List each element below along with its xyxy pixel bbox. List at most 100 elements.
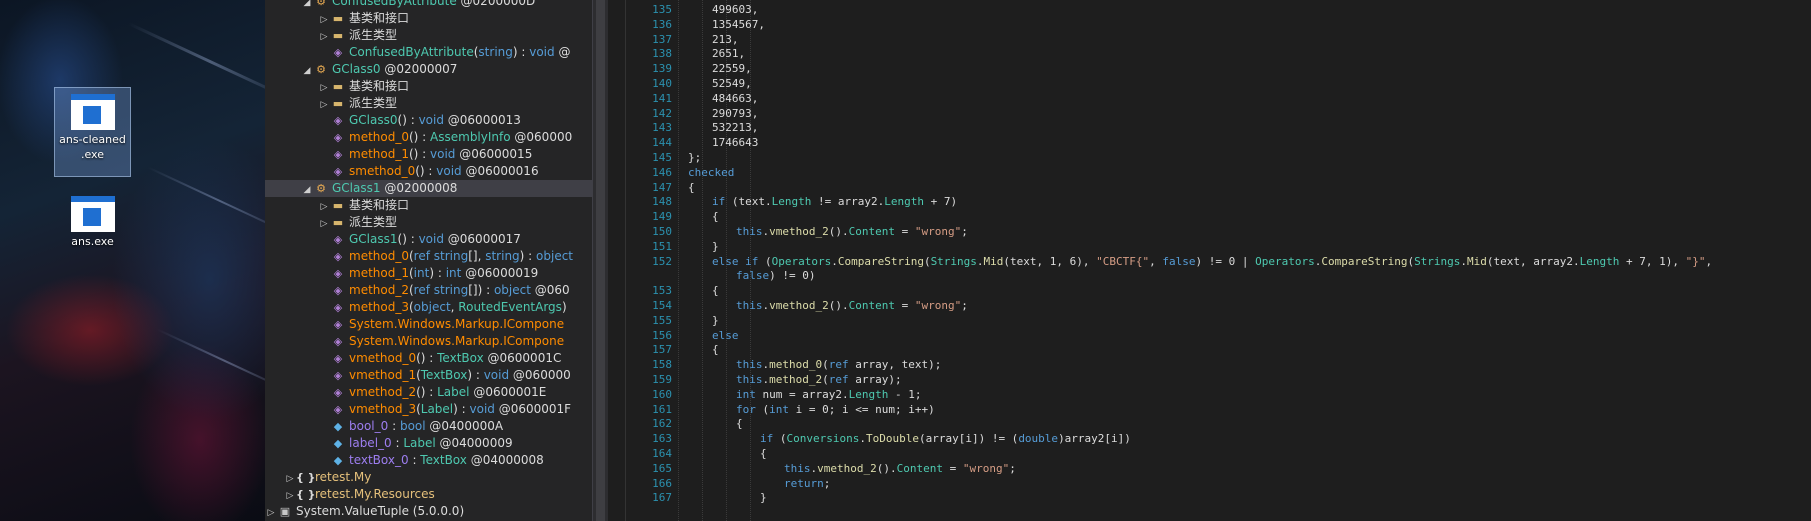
code-token: Length [1579,254,1620,268]
tree-node[interactable]: ◈ vmethod_3(Label) : void @0600001F [265,401,592,418]
code-token: , [1705,254,1713,268]
expand-arrow-icon[interactable]: ▷ [265,505,277,521]
code-token: , [1149,254,1163,268]
code-line[interactable]: 157 { [608,342,1811,358]
tree-node[interactable]: ◢ ⚙ GClass1 @02000008 [265,180,592,197]
tree-node[interactable]: ▷ ▬ 派生类型 [265,27,592,44]
code-line[interactable]: 143 532213, [608,120,1811,136]
tree-node-text: ref string [413,249,469,263]
method-icon: ◈ [333,46,343,59]
code-token: this [784,461,811,475]
desktop-icon[interactable]: ans.exe [55,190,130,260]
tree-node-text: ) : [519,249,537,263]
tree-node[interactable]: ◈ vmethod_0() : TextBox @0600001C [265,350,592,367]
code-line[interactable]: 156 else [608,328,1811,344]
field-icon: ◆ [333,437,343,450]
tree-node-text: : [408,453,421,467]
tree-node[interactable]: ▷ ▬ 基类和接口 [265,10,592,27]
tree-node[interactable]: ◈ method_1(int) : int @06000019 [265,265,592,282]
tree-node[interactable]: ◆ bool_0 : bool @0400000A [265,418,592,435]
code-line[interactable]: 164 { [608,446,1811,462]
code-text: this.vmethod_2().Content = "wrong"; [736,224,968,240]
code-line[interactable]: 139 22559, [608,61,1811,77]
tree-node[interactable]: ◈ smethod_0() : void @06000016 [265,163,592,180]
code-line[interactable]: 167} [608,490,1811,506]
desktop-icon[interactable]: ans-cleaned .exe [54,87,131,177]
tree-node-text: object [413,300,451,314]
tree-node[interactable]: ◈ System.Windows.Markup.ICompone [265,333,592,350]
code-line[interactable]: 135 499603, [608,2,1811,18]
tree-node[interactable]: ▷ ▬ 派生类型 [265,95,592,112]
tree-node[interactable]: ▷ ▬ 基类和接口 [265,197,592,214]
code-line[interactable]: 136 1354567, [608,17,1811,33]
tree-node[interactable]: ◈ vmethod_1(TextBox) : void @060000 [265,367,592,384]
tree-node[interactable]: ◈ GClass1() : void @06000017 [265,231,592,248]
code-line[interactable]: 142 290793, [608,106,1811,122]
tree-node[interactable]: ▷ ▣ System.ValueTuple (5.0.0.0) [265,503,592,521]
tree-node[interactable]: ▷ ▬ 基类和接口 [265,78,592,95]
tree-node[interactable]: ◈ method_0(ref string[], string) : object [265,248,592,265]
code-line[interactable]: false) != 0) [608,268,1811,284]
code-token: ( [755,402,770,416]
folder-icon: ▬ [332,216,344,229]
assembly-explorer-tree[interactable]: ◢ ⚙ ConfusedByAttribute @0200000D ▷ ▬ 基类和接口 ▷ ▬… [265,0,593,521]
tree-node[interactable]: ▷{ }retest.My [265,469,592,486]
tree-node[interactable]: ◈ method_2(ref string[]) : object @060 [265,282,592,299]
tree-node[interactable]: ◢ ⚙ ConfusedByAttribute @0200000D [265,0,592,10]
tree-node[interactable]: ◆ textBox_0 : TextBox @04000008 [265,452,592,469]
tree-node[interactable]: ◈ System.Windows.Markup.ICompone [265,316,592,333]
code-token: ) != 0) [769,269,816,283]
code-line[interactable]: 162 { [608,416,1811,432]
code-line[interactable]: 145}; [608,150,1811,166]
tree-node-text: smethod_0 [349,164,416,178]
tree-node-text: @0600001C [483,351,562,365]
code-line[interactable]: 154 this.vmethod_2().Content = "wrong"; [608,298,1811,314]
tree-node-text: @06000019 [461,266,539,280]
line-number: 159 [652,373,672,386]
tree-node[interactable]: ◈ GClass0() : void @06000013 [265,112,592,129]
tree-node[interactable]: ◈ method_0() : AssemblyInfo @060000 [265,129,592,146]
code-line[interactable]: 146 checked [608,165,1811,181]
code-line[interactable]: 163 if (Conversions.ToDouble(array[i]) !=… [608,431,1811,447]
code-line[interactable]: 158 this.method_0(ref array, text); [608,357,1811,373]
code-line[interactable]: 137 213, [608,32,1811,48]
code-line[interactable]: 160 int num = array2.Length - 1; [608,387,1811,403]
tree-node[interactable]: ▷{ }retest.My.Resources [265,486,592,503]
tree-node[interactable]: ▷ ▬ 派生类型 [265,214,592,231]
code-line[interactable]: 149 { [608,209,1811,225]
code-line[interactable]: 147 { [608,180,1811,196]
tree-node-text: 派生类型 [349,96,398,110]
code-line[interactable]: 151} [608,239,1811,255]
tree-scrollbar-thumb[interactable] [596,0,605,521]
code-editor[interactable]: 135 499603, 136 1354567, 137 213, 138 2651, 139 2… [608,0,1811,521]
code-line[interactable]: 155} [608,313,1811,329]
tree-node[interactable]: ◈ ConfusedByAttribute(string) : void @ [265,44,592,61]
tree-node[interactable]: ◈ vmethod_2() : Label @0600001E [265,384,592,401]
code-line[interactable]: 153 { [608,283,1811,299]
tree-node[interactable]: ◆ label_0 : Label @04000009 [265,435,592,452]
code-line[interactable]: 166 return; [608,476,1811,492]
code-token: (array[i]) != ( [918,432,1019,446]
code-line[interactable]: 152 else if (Operators.CompareString(Stri… [608,254,1811,270]
tree-node-text: GClass0 [332,62,381,76]
code-token: ( [758,254,772,268]
code-line[interactable]: 150 this.vmethod_2().Content = "wrong"; [608,224,1811,240]
code-line[interactable]: 141 484663, [608,91,1811,107]
code-line[interactable]: 148 if (text.Length != array2.Length + 7) [608,194,1811,210]
code-line[interactable]: 159 this.method_2(ref array); [608,372,1811,388]
tree-node[interactable]: ◈ method_1() : void @06000015 [265,146,592,163]
tree-node[interactable]: ◢ ⚙ GClass0 @02000007 [265,61,592,78]
code-line[interactable]: 144 1746643 [608,135,1811,151]
tree-node-text: GClass1 [332,181,381,195]
tree-node-text: @0600001E [469,385,547,399]
tree-node-text: void [529,45,555,59]
tree-node-text: [], [468,249,486,263]
code-line[interactable]: 165 this.vmethod_2().Content = "wrong"; [608,461,1811,477]
tree-node-text: string [478,45,513,59]
tree-node[interactable]: ◈ method_3(object, RoutedEventArgs) [265,299,592,316]
code-line[interactable]: 138 2651, [608,46,1811,62]
code-line[interactable]: 140 52549, [608,76,1811,92]
code-line[interactable]: 161 for (int i = 0; i <= num; i++) [608,402,1811,418]
code-text: if (Conversions.ToDouble(array[i]) != (d… [760,431,1131,447]
code-token: { [712,210,719,224]
